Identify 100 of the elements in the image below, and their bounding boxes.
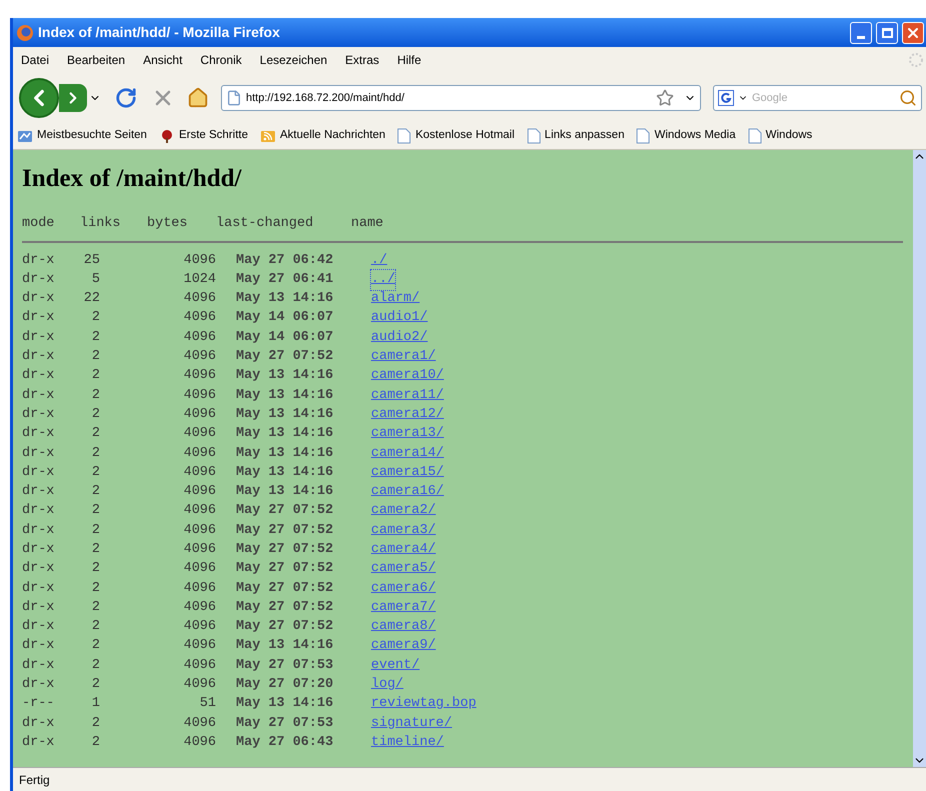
file-link[interactable]: camera9/ [371,636,436,657]
file-link[interactable]: camera8/ [371,617,436,638]
bytes-cell-text: 4096 [182,252,216,270]
date-cell-text: May 14 06:07 [236,328,334,347]
bytes-cell-text: 4096 [182,734,216,752]
file-link[interactable]: camera16/ [371,482,444,502]
maximize-button[interactable] [876,22,898,44]
bytes-cell-text: 1024 [182,270,216,289]
file-link[interactable]: log/ [371,675,404,696]
menu-item[interactable]: Lesezeichen [260,51,328,69]
page-heading: Index of /maint/hdd/ [22,164,243,194]
mode-cell-text: dr-x [22,540,56,559]
file-link[interactable]: event/ [371,656,420,676]
mode-cell-text: dr-x [22,425,56,444]
mode-cell-text: dr-x [22,714,56,733]
forward-button[interactable] [59,84,87,112]
search-field[interactable]: Google [752,90,895,106]
bookmark-link[interactable]: Aktuelle Nachrichten [280,127,386,145]
file-link[interactable]: camera6/ [371,578,436,599]
links-cell-text: 2 [90,386,100,405]
bookmark-folder-icon [17,129,33,143]
menu-item[interactable]: Datei [21,51,50,69]
date-cell-text: May 13 14:16 [236,464,334,482]
date-cell-text: May 27 07:53 [236,656,334,675]
file-link[interactable]: camera12/ [371,404,444,426]
menu-item[interactable]: Bearbeiten [67,51,126,69]
file-link[interactable]: alarm/ [371,289,420,310]
menu-item[interactable]: Chronik [200,51,242,69]
links-cell-text: 2 [90,618,100,636]
bookmark-link[interactable]: Links anpassen [544,127,624,145]
file-link[interactable]: camera11/ [371,386,444,406]
home-icon[interactable] [187,87,209,109]
mode-cell-text: dr-x [22,309,56,328]
column-header: name [351,214,384,233]
bytes-cell-text: 4096 [182,386,216,405]
bytes-cell-text: 4096 [182,483,216,502]
file-link[interactable]: camera3/ [371,520,436,541]
links-cell-text: 2 [90,714,100,733]
bookmark-link[interactable]: Kostenlose Hotmail [415,127,515,145]
search-bar[interactable]: Google [713,85,922,111]
date-cell-text: May 27 06:42 [236,252,334,270]
close-button[interactable] [902,22,924,44]
bookmark-link[interactable]: Windows [766,127,812,145]
file-link[interactable]: camera15/ [371,462,444,484]
file-link[interactable]: camera4/ [371,540,436,560]
file-link[interactable]: signature/ [371,714,452,734]
mode-cell-text: dr-x [22,522,56,540]
star-icon[interactable] [656,89,674,107]
file-link[interactable]: camera1/ [371,347,436,368]
bookmark-link[interactable]: Erste Schritte [178,127,248,145]
file-link[interactable]: camera7/ [371,598,436,618]
search-icon[interactable] [899,89,917,107]
file-link[interactable]: ./ [371,250,388,271]
bytes-cell-text: 4096 [182,656,216,675]
file-link[interactable]: audio1/ [371,308,428,329]
back-button[interactable] [19,78,59,118]
links-cell-text: 2 [90,309,100,328]
file-link[interactable]: timeline/ [371,732,444,754]
page-icon [526,128,541,144]
menu-item[interactable]: Ansicht [143,51,182,69]
file-link[interactable]: ../ [371,270,396,290]
menu-item[interactable]: Extras [345,51,380,69]
mode-cell-text: dr-x [22,560,56,578]
minimize-button[interactable] [850,22,872,44]
column-header: links [80,214,122,233]
links-cell-text: 2 [90,676,100,694]
bytes-cell-text: 4096 [182,290,216,308]
file-link[interactable]: camera2/ [371,501,436,522]
bytes-cell-text: 4096 [182,464,216,482]
file-link[interactable]: camera13/ [371,424,444,444]
file-link[interactable]: camera14/ [371,444,444,464]
links-cell-text: 2 [90,540,100,559]
file-link[interactable]: camera5/ [371,559,436,580]
mode-cell-text: dr-x [22,656,56,675]
date-cell-text: May 27 07:52 [236,618,334,636]
bookmark-link[interactable]: Windows Media [654,127,736,145]
reload-icon[interactable] [115,87,137,109]
scrollbar[interactable] [913,150,926,767]
mode-cell-text: dr-x [22,367,56,386]
file-link[interactable]: reviewtag.bop [371,694,476,715]
file-link[interactable]: camera10/ [371,366,444,387]
address-field[interactable]: http://192.168.72.200/maint/hdd/ [221,85,701,111]
file-link[interactable]: audio2/ [371,328,428,348]
date-cell-text: May 14 06:07 [236,309,334,328]
date-cell-text: May 27 07:52 [236,598,334,617]
links-cell-text: 2 [90,734,100,752]
date-cell-text: May 27 07:52 [236,540,334,559]
links-cell-text: 2 [90,406,100,424]
date-cell-text: May 13 14:16 [236,386,334,405]
menu-item[interactable]: Hilfe [397,51,422,69]
bytes-cell-text: 4096 [182,444,216,462]
links-cell-text: 2 [90,580,100,598]
mode-cell-text: dr-x [22,637,56,656]
bookmark-link[interactable]: Meistbesuchte Seiten [37,127,147,145]
links-cell-text: 1 [90,695,100,714]
links-cell-text: 2 [90,502,100,520]
mode-cell-text: dr-x [22,618,56,636]
links-cell-text: 2 [90,656,100,675]
search-engine-icon [718,90,734,106]
bytes-cell-text: 4096 [182,328,216,347]
